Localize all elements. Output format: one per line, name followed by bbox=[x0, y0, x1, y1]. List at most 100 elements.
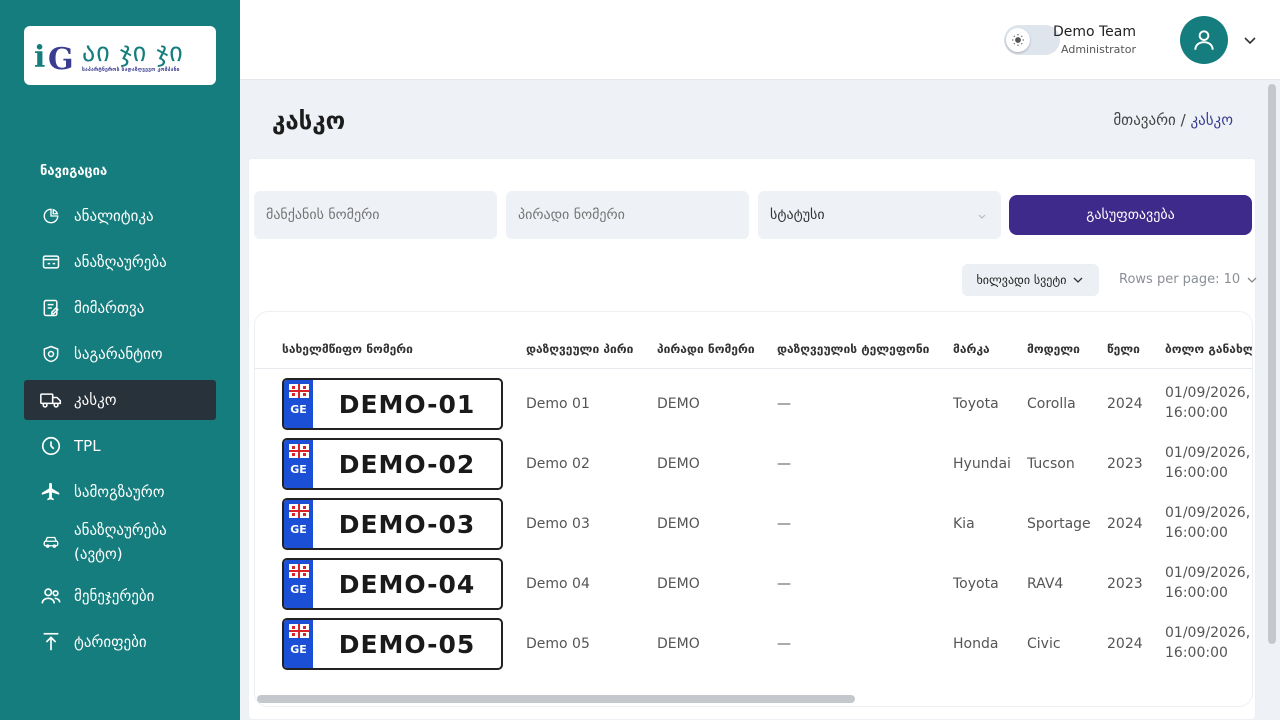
vertical-scrollbar[interactable] bbox=[1268, 84, 1276, 644]
cell-insured: Demo 04 bbox=[526, 576, 590, 592]
plate-country: GE bbox=[290, 463, 307, 476]
chevron-down-icon[interactable] bbox=[1242, 32, 1258, 48]
car-number-input[interactable] bbox=[254, 191, 497, 239]
logo-title: აი ჯი ჯი bbox=[82, 37, 184, 68]
sidebar-item-label: მენეჯერები bbox=[74, 587, 155, 605]
table-row[interactable]: GE DEMO-02 Demo 02 DEMO — Hyundai Tucson… bbox=[255, 436, 1252, 496]
cell-model: RAV4 bbox=[1027, 576, 1064, 592]
column-header[interactable]: წელი bbox=[1107, 342, 1140, 356]
truck-icon bbox=[40, 389, 62, 411]
sidebar-item-warranty[interactable]: საგარანტიო bbox=[24, 334, 216, 374]
nav-heading: ნავიგაცია bbox=[40, 164, 108, 179]
georgia-flag-icon bbox=[288, 624, 309, 638]
horizontal-scrollbar[interactable] bbox=[257, 695, 855, 703]
cell-updated-date: 01/09/2026, bbox=[1165, 505, 1251, 521]
license-plate: GE DEMO-01 bbox=[282, 378, 503, 430]
cell-model: Civic bbox=[1027, 636, 1061, 652]
page-title: კასკო bbox=[272, 107, 346, 135]
chevron-down-icon bbox=[1247, 277, 1257, 283]
cell-year: 2024 bbox=[1107, 636, 1143, 652]
plate-number: DEMO-02 bbox=[338, 449, 476, 479]
money-card-icon bbox=[40, 251, 62, 273]
license-plate: GE DEMO-02 bbox=[282, 438, 503, 490]
cell-personal-number: DEMO bbox=[657, 396, 700, 412]
visible-columns-label: ხილვადი სვეტი bbox=[976, 273, 1067, 287]
cell-year: 2024 bbox=[1107, 396, 1143, 412]
cell-insured: Demo 02 bbox=[526, 456, 590, 472]
chevron-down-icon bbox=[978, 214, 986, 219]
avatar[interactable] bbox=[1180, 16, 1228, 64]
column-header[interactable]: დაზღვეულის ტელეფონი bbox=[777, 342, 929, 356]
sidebar-item-tariffs[interactable]: ტარიფები bbox=[24, 622, 216, 662]
column-header[interactable]: სახელმწიფო ნომერი bbox=[282, 342, 413, 356]
user-name: Demo Team bbox=[1052, 24, 1136, 40]
sidebar-item-compensation[interactable]: ანაზღაურება bbox=[24, 242, 216, 282]
sidebar-item-label: ტარიფები bbox=[74, 633, 147, 651]
column-header[interactable]: პირადი ნომერი bbox=[657, 342, 755, 356]
theme-toggle[interactable] bbox=[1004, 25, 1060, 55]
column-header[interactable]: მოდელი bbox=[1027, 342, 1080, 356]
sidebar-item-tpl[interactable]: TPL bbox=[24, 426, 216, 466]
sidebar-item-label: ანაზღაურება (ავტო) bbox=[74, 521, 167, 563]
status-select[interactable]: სტატუსი bbox=[758, 191, 1001, 239]
cell-updated-date: 01/09/2026, bbox=[1165, 565, 1251, 581]
visible-columns-button[interactable]: ხილვადი სვეტი bbox=[962, 264, 1099, 296]
cell-personal-number: DEMO bbox=[657, 516, 700, 532]
sidebar-item-analytics[interactable]: ანალიტიკა bbox=[24, 196, 216, 236]
table-row[interactable]: GE DEMO-03 Demo 03 DEMO — Kia Sportage 2… bbox=[255, 496, 1252, 556]
sidebar-item-label: ანალიტიკა bbox=[74, 207, 154, 225]
cell-personal-number: DEMO bbox=[657, 636, 700, 652]
sidebar-nav: ანალიტიკა ანაზღაურება მიმართვა საგარანტი… bbox=[24, 196, 216, 668]
top-bar: Demo Team Administrator bbox=[240, 0, 1280, 80]
cell-personal-number: DEMO bbox=[657, 456, 700, 472]
sun-icon bbox=[1006, 28, 1030, 52]
reset-button[interactable]: გასუფთავება bbox=[1009, 195, 1252, 235]
cell-updated-date: 01/09/2026, bbox=[1165, 625, 1251, 641]
table-row[interactable]: GE DEMO-01 Demo 01 DEMO — Toyota Corolla… bbox=[255, 376, 1252, 436]
rows-per-page-select[interactable]: Rows per page: 10 bbox=[1119, 272, 1258, 287]
cell-insured: Demo 05 bbox=[526, 636, 590, 652]
column-header[interactable]: დაზღვეული პირი bbox=[526, 342, 633, 356]
cell-make: Kia bbox=[953, 516, 975, 532]
table-header: სახელმწიფო ნომერი დაზღვეული პირი პირადი … bbox=[255, 312, 1252, 369]
plate-country: GE bbox=[290, 403, 307, 416]
sidebar-item-casco[interactable]: კასკო bbox=[24, 380, 216, 420]
plate-number: DEMO-01 bbox=[338, 389, 476, 419]
logo[interactable]: iG აი ჯი ჯი საპარტნეროს სადაზღვევო კომპა… bbox=[24, 26, 216, 85]
edit-document-icon bbox=[40, 297, 62, 319]
table-row[interactable]: GE DEMO-04 Demo 04 DEMO — Toyota RAV4 20… bbox=[255, 556, 1252, 616]
sidebar-item-referral[interactable]: მიმართვა bbox=[24, 288, 216, 328]
cell-model: Tucson bbox=[1027, 456, 1075, 472]
breadcrumb-home[interactable]: მთავარი / bbox=[1113, 111, 1185, 129]
rows-per-page-label: Rows per page: 10 bbox=[1119, 272, 1241, 287]
cell-make: Toyota bbox=[953, 576, 999, 592]
personal-number-input[interactable] bbox=[506, 191, 749, 239]
car-icon bbox=[40, 531, 62, 553]
cell-phone: — bbox=[777, 636, 791, 652]
shield-icon bbox=[40, 343, 62, 365]
breadcrumb-current: კასკო bbox=[1190, 111, 1233, 129]
georgia-flag-icon bbox=[288, 504, 309, 518]
cell-insured: Demo 03 bbox=[526, 516, 590, 532]
sidebar-item-label: საგარანტიო bbox=[74, 345, 163, 363]
plate-country-band: GE bbox=[284, 560, 313, 608]
cell-make: Toyota bbox=[953, 396, 999, 412]
plate-country: GE bbox=[290, 643, 307, 656]
cell-make: Honda bbox=[953, 636, 999, 652]
cell-updated-date: 01/09/2026, bbox=[1165, 385, 1251, 401]
sidebar-item-travel[interactable]: სამოგზაურო bbox=[24, 472, 216, 512]
sidebar-item-auto-compensation[interactable]: ანაზღაურება (ავტო) bbox=[24, 518, 216, 566]
cell-model: Sportage bbox=[1027, 516, 1091, 532]
georgia-flag-icon bbox=[288, 564, 309, 578]
sidebar-item-managers[interactable]: მენეჯერები bbox=[24, 576, 216, 616]
georgia-flag-icon bbox=[288, 384, 309, 398]
column-header[interactable]: ბოლო განახლ bbox=[1165, 342, 1252, 356]
sidebar-item-label: სამოგზაურო bbox=[74, 483, 165, 501]
cell-make: Hyundai bbox=[953, 456, 1011, 472]
sidebar-item-label: კასკო bbox=[74, 391, 117, 409]
sidebar: iG აი ჯი ჯი საპარტნეროს სადაზღვევო კომპა… bbox=[0, 0, 240, 720]
column-header[interactable]: მარკა bbox=[953, 342, 990, 356]
upload-icon bbox=[40, 631, 62, 653]
cell-updated-time: 16:00:00 bbox=[1165, 585, 1228, 601]
table-row[interactable]: GE DEMO-05 Demo 05 DEMO — Honda Civic 20… bbox=[255, 616, 1252, 676]
